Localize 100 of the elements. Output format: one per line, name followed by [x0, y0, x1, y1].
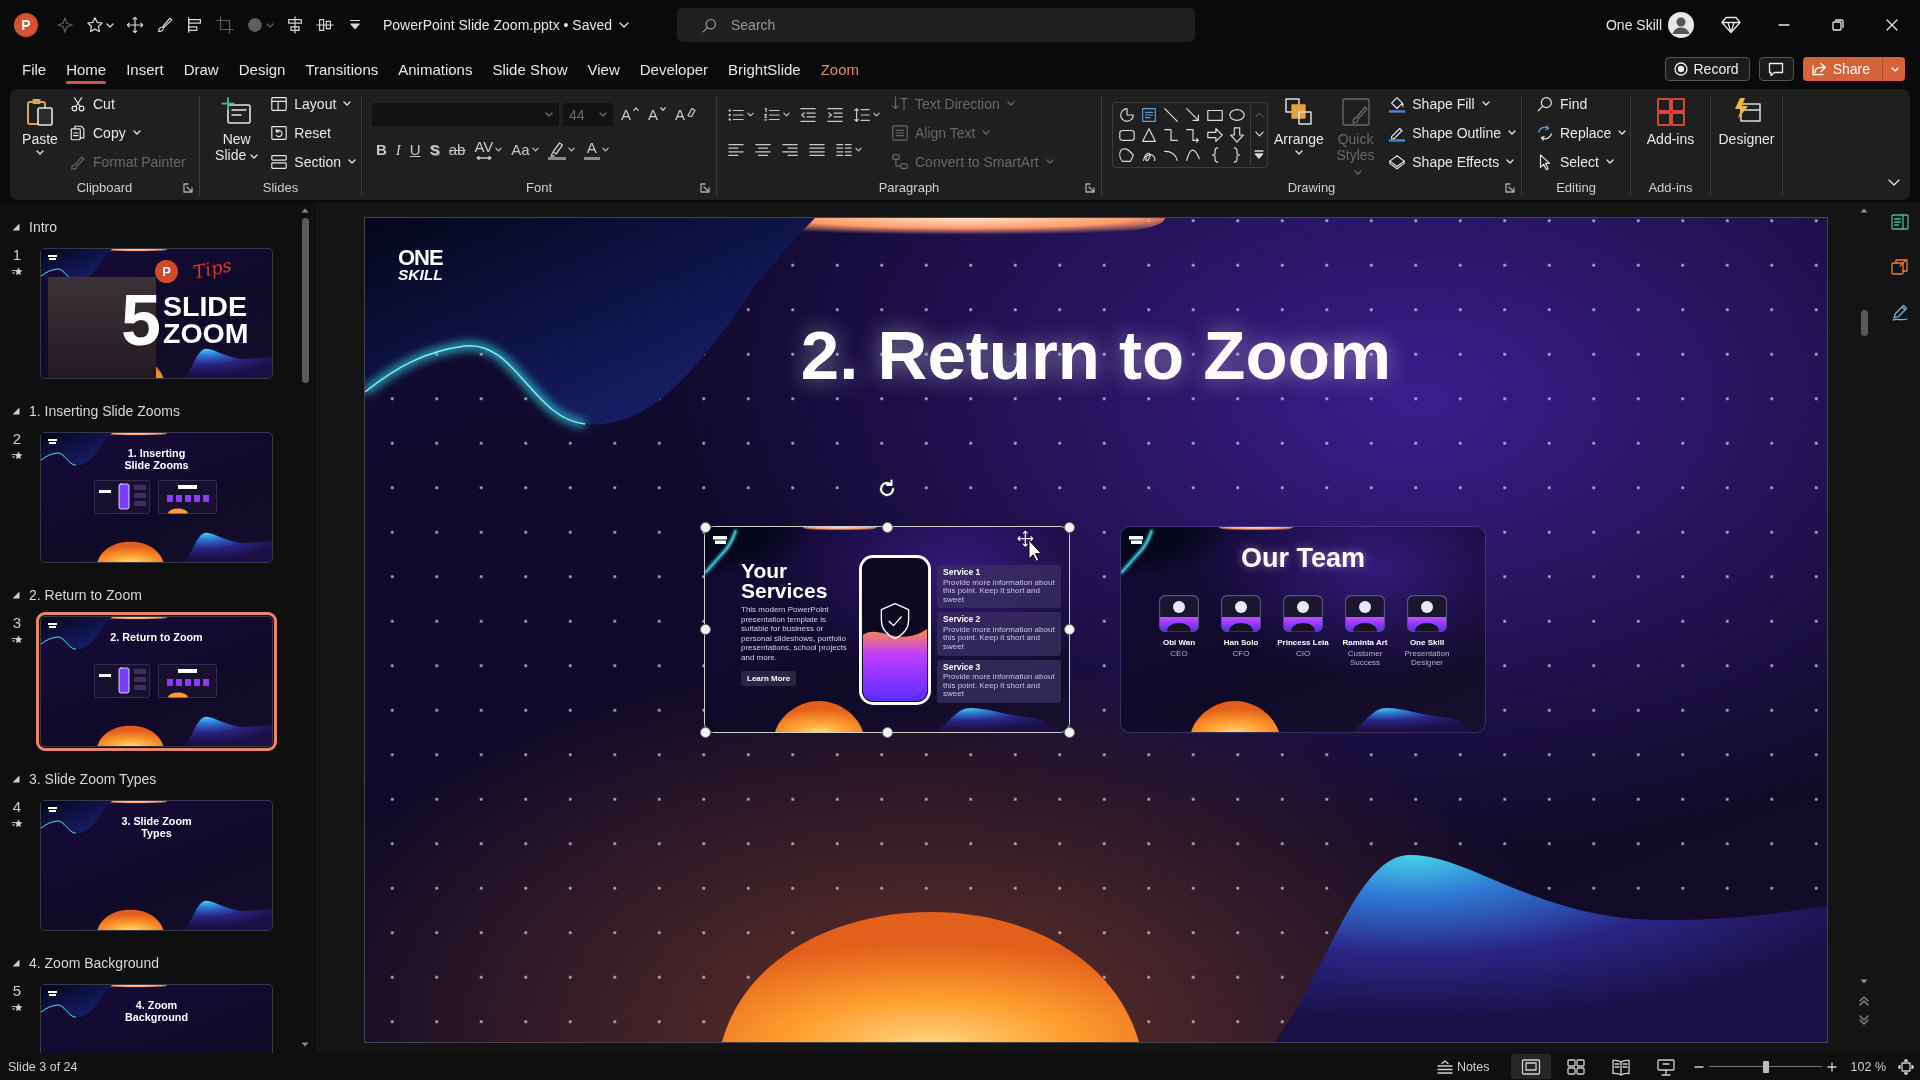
distribute-icon[interactable] — [316, 16, 334, 34]
pen-icon[interactable] — [1890, 302, 1910, 322]
resize-handle[interactable] — [881, 726, 893, 738]
pie-icon[interactable] — [1118, 106, 1136, 124]
down-arrow-icon[interactable] — [1228, 126, 1246, 144]
scrollbar-thumb[interactable] — [301, 218, 309, 383]
character-spacing-button[interactable]: AV — [470, 135, 507, 164]
section-title[interactable]: 2. Return to Zoom — [29, 587, 142, 603]
slide-thumbnail[interactable]: 3. Slide Zoom Types — [40, 800, 273, 931]
avatar-icon[interactable] — [1668, 12, 1694, 38]
resize-handle[interactable] — [881, 521, 893, 533]
expanded-triangle-icon[interactable] — [12, 959, 20, 967]
notes-button[interactable]: Notes — [1436, 1059, 1490, 1074]
ribbon-tab[interactable]: Zoom — [810, 53, 869, 85]
scroll-up-icon[interactable] — [1860, 208, 1868, 213]
arrange-button[interactable]: Arrange — [1270, 89, 1328, 175]
layout-button[interactable]: Layout — [265, 89, 361, 118]
star-icon[interactable] — [86, 16, 104, 34]
learn-more-button[interactable]: Learn More — [741, 671, 797, 686]
elbow-connector-icon[interactable] — [1162, 126, 1180, 144]
fit-to-window-icon[interactable] — [1898, 1058, 1914, 1075]
slide-zoom-card[interactable] — [705, 527, 1069, 732]
share-button[interactable]: Share — [1802, 57, 1905, 81]
copy-button[interactable]: Copy — [64, 118, 191, 147]
stacked-pages-icon[interactable] — [1890, 257, 1910, 277]
dialog-launcher-icon[interactable] — [700, 182, 710, 193]
diamond-icon[interactable] — [1721, 16, 1741, 34]
section-title[interactable]: Intro — [29, 219, 57, 235]
ribbon-tab[interactable]: View — [577, 53, 630, 85]
cut-button[interactable]: Cut — [64, 89, 191, 118]
ribbon-tab[interactable]: Home — [56, 53, 117, 85]
section-title[interactable]: 3. Slide Zoom Types — [29, 771, 157, 787]
restore-icon[interactable] — [1832, 19, 1844, 31]
brush-icon[interactable] — [156, 16, 174, 34]
change-case-button[interactable]: Aa — [507, 135, 543, 164]
paste-button[interactable]: Paste — [18, 89, 62, 175]
grow-font-button[interactable]: A — [617, 100, 643, 129]
shrink-font-button[interactable]: A — [644, 100, 671, 129]
shape-outline-button[interactable]: Shape Outline — [1383, 118, 1521, 147]
bold-button[interactable]: B — [372, 135, 391, 164]
slide-thumbnail[interactable]: 1. Inserting Slide Zooms — [40, 432, 273, 563]
resize-handle[interactable] — [699, 624, 711, 635]
arrow-icon[interactable] — [1184, 106, 1202, 124]
resize-handle[interactable] — [699, 521, 711, 533]
zoom-in-icon[interactable] — [1826, 1061, 1837, 1072]
elbow-arrow-icon[interactable] — [1184, 126, 1202, 144]
dialog-launcher-icon[interactable] — [1505, 182, 1515, 193]
resize-handle[interactable] — [1063, 726, 1075, 738]
chevron-icon[interactable] — [1888, 179, 1900, 186]
scrollbar-thumb[interactable] — [1860, 310, 1868, 336]
dialog-launcher-icon[interactable] — [183, 182, 193, 193]
scroll-up-icon[interactable] — [301, 208, 309, 213]
zoom-level[interactable]: 102 % — [1850, 1059, 1886, 1074]
document-title[interactable]: PowerPoint Slide Zoom.pptx • Saved — [383, 17, 613, 33]
close-icon[interactable] — [1886, 19, 1898, 31]
dialog-launcher-icon[interactable] — [1085, 182, 1095, 193]
chevron-down-icon[interactable] — [619, 22, 630, 28]
shape-effects-button[interactable]: Shape Effects — [1383, 147, 1521, 176]
next-slide-icon[interactable] — [1859, 1015, 1869, 1025]
side-panel-icon[interactable] — [1890, 212, 1910, 232]
italic-button[interactable]: I — [391, 135, 405, 164]
curve-icon[interactable] — [1184, 146, 1202, 164]
previous-slide-icon[interactable] — [1859, 996, 1869, 1006]
reset-button[interactable]: Reset — [265, 118, 361, 147]
new-slide-button[interactable]: New Slide — [210, 89, 264, 175]
scroll-down-icon[interactable] — [1860, 979, 1868, 984]
move-icon[interactable] — [126, 16, 144, 34]
resize-handle[interactable] — [699, 726, 711, 738]
font-color-button[interactable]: A — [579, 135, 613, 164]
align-middle-icon[interactable] — [286, 16, 304, 34]
find-button[interactable]: Find — [1531, 89, 1632, 118]
expanded-triangle-icon[interactable] — [12, 591, 20, 599]
section-title[interactable]: 4. Zoom Background — [29, 955, 159, 971]
underline-button[interactable]: U — [405, 135, 425, 164]
ribbon-tab[interactable]: Transitions — [295, 53, 389, 85]
ribbon-tab[interactable]: File — [12, 53, 57, 85]
resize-handle[interactable] — [1063, 521, 1075, 533]
shape-fill-button[interactable]: Shape Fill — [1383, 89, 1521, 118]
comment-button[interactable] — [1758, 57, 1794, 81]
ribbon-tab[interactable]: BrightSlide — [718, 53, 811, 85]
search-field[interactable]: Search — [677, 8, 1195, 42]
ribbon-tab[interactable]: Slide Show — [482, 53, 578, 85]
ribbon-tab[interactable]: Developer — [629, 53, 719, 85]
scroll-down-icon[interactable] — [1254, 130, 1264, 137]
triangle-icon[interactable] — [1140, 126, 1158, 144]
strikethrough-button[interactable]: ab — [444, 135, 470, 164]
line-icon[interactable] — [1162, 106, 1180, 124]
expanded-triangle-icon[interactable] — [12, 223, 20, 231]
align-objects-icon[interactable] — [186, 16, 204, 34]
slide-zoom-card[interactable]: Our Team Obi Wan CEO Han Solo CFO Princess Leia CIO Raminta Art Customer Success One Skill Presentation Designer — [1121, 527, 1485, 732]
freeform-icon[interactable] — [1118, 146, 1136, 164]
oval-icon[interactable] — [1228, 106, 1246, 124]
replace-button[interactable]: Replace — [1531, 118, 1632, 147]
shadow-button[interactable]: S — [425, 135, 444, 164]
right-arrow-icon[interactable] — [1206, 126, 1224, 144]
ribbon-tab[interactable]: Insert — [116, 53, 174, 85]
text-box-icon[interactable] — [1140, 106, 1158, 124]
scroll-down-icon[interactable] — [301, 1042, 309, 1047]
add-ins-button[interactable]: Add-ins — [1642, 89, 1699, 175]
more-icon[interactable] — [1254, 149, 1264, 159]
